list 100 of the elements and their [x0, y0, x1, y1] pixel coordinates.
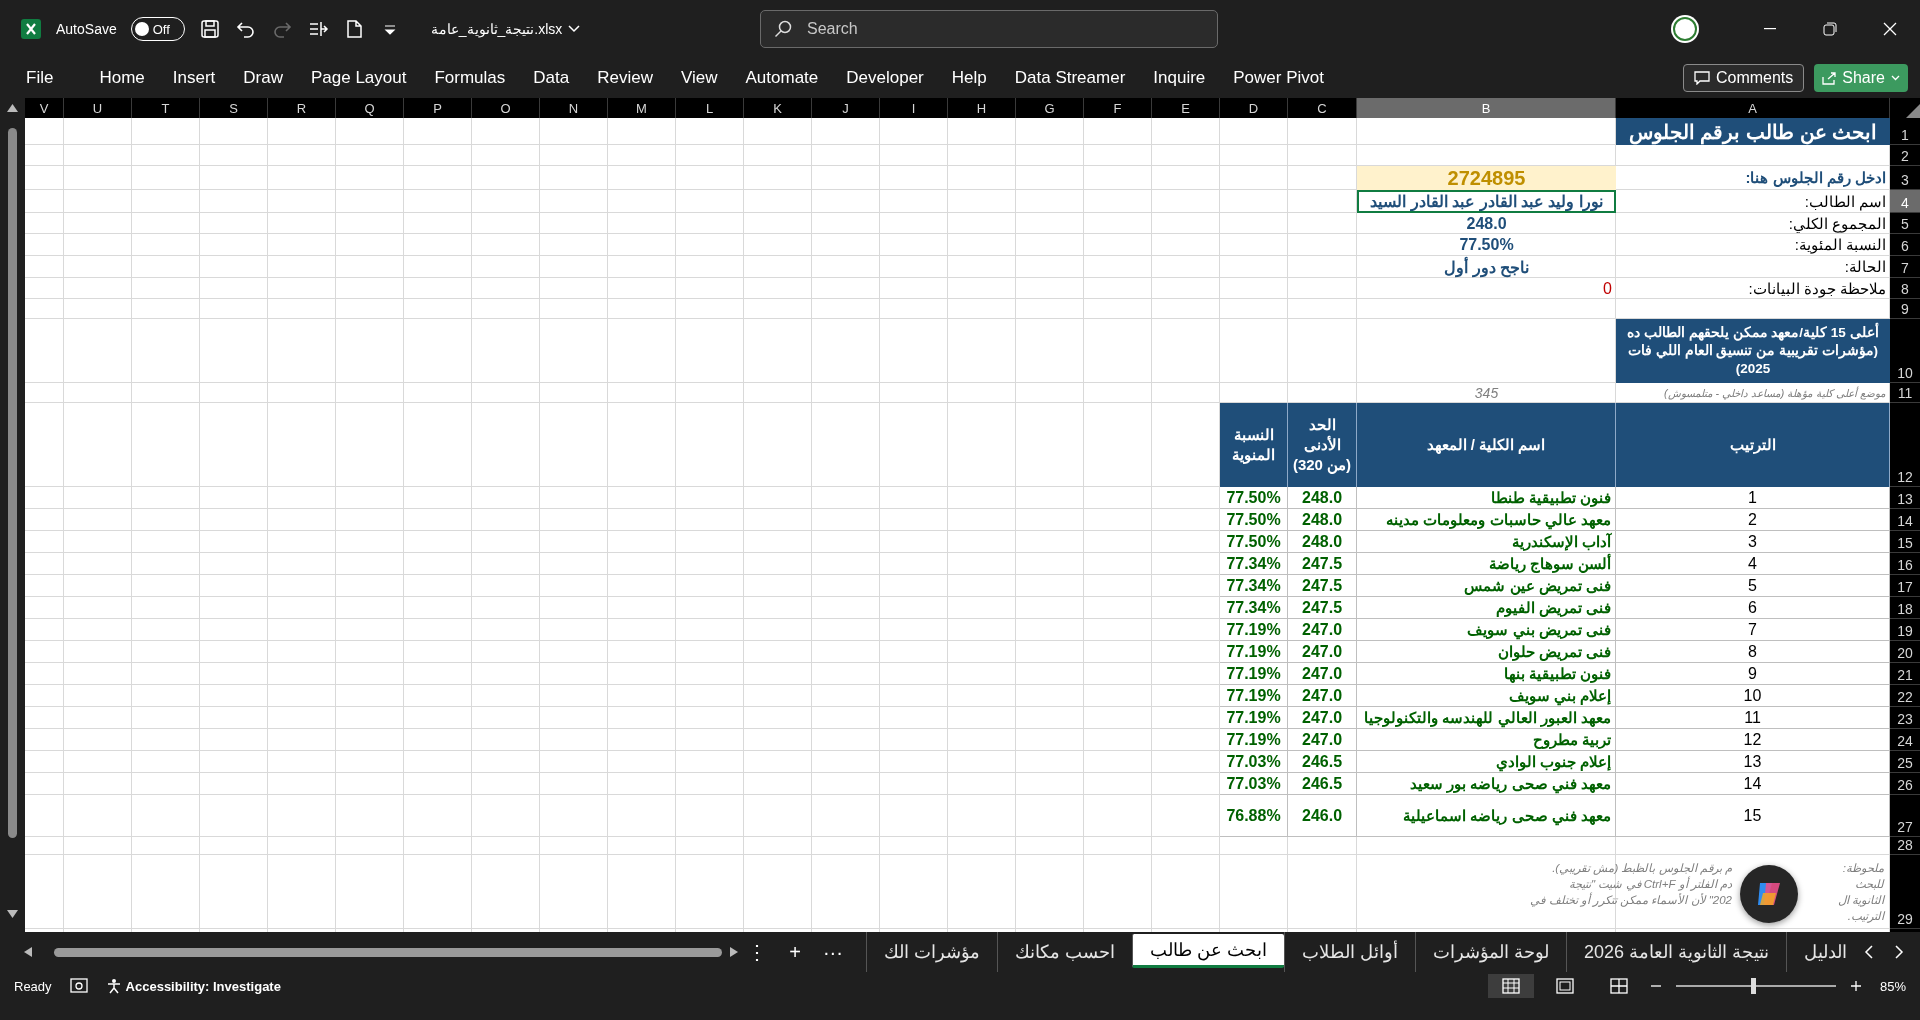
- row-header[interactable]: 16: [1890, 553, 1920, 575]
- column-header[interactable]: V: [25, 98, 64, 118]
- row-header[interactable]: 5: [1890, 213, 1920, 234]
- column-header[interactable]: E: [1152, 98, 1220, 118]
- row-header[interactable]: 29: [1890, 855, 1920, 929]
- column-header[interactable]: S: [200, 98, 268, 118]
- file-name[interactable]: نتيجة_ثانوية_عامة.xlsx: [430, 21, 581, 37]
- row-header[interactable]: 19: [1890, 619, 1920, 641]
- menu-tab[interactable]: Data: [522, 64, 581, 92]
- add-sheet-button[interactable]: +: [776, 940, 814, 964]
- row-header[interactable]: 15: [1890, 531, 1920, 553]
- sheet-tab[interactable]: نتيجة الثانوية العامة 2026: [1565, 932, 1786, 972]
- row-header[interactable]: 6: [1890, 234, 1920, 256]
- menu-tab[interactable]: Automate: [734, 64, 830, 92]
- next-icon[interactable]: [1895, 945, 1904, 959]
- menu-tab[interactable]: Developer: [835, 64, 935, 92]
- zoom-level[interactable]: 85%: [1879, 978, 1906, 994]
- scrollbar-thumb[interactable]: [54, 947, 722, 957]
- scroll-right-icon[interactable]: [730, 947, 738, 957]
- column-header[interactable]: A: [1616, 98, 1890, 118]
- menu-tab[interactable]: Page Layout: [299, 64, 418, 92]
- more-sheets-button[interactable]: ···: [813, 940, 852, 964]
- menu-tab[interactable]: Formulas: [423, 64, 517, 92]
- column-header[interactable]: O: [472, 98, 540, 118]
- menu-tab[interactable]: Draw: [232, 64, 294, 92]
- row-header[interactable]: 7: [1890, 256, 1920, 278]
- field-label: المجموع الكلي:: [1787, 213, 1887, 234]
- column-header[interactable]: P: [404, 98, 472, 118]
- accessibility-status[interactable]: Accessibility: Investigate: [105, 978, 281, 994]
- column-header[interactable]: R: [268, 98, 336, 118]
- column-header[interactable]: I: [880, 98, 948, 118]
- scrollbar-thumb[interactable]: [8, 128, 17, 838]
- column-header[interactable]: K: [744, 98, 812, 118]
- column-header[interactable]: L: [676, 98, 744, 118]
- row-header[interactable]: 20: [1890, 641, 1920, 663]
- sheet-tab[interactable]: ابحث عن طالب: [1131, 934, 1284, 968]
- scroll-up-icon[interactable]: [7, 104, 18, 112]
- column-header[interactable]: U: [64, 98, 132, 118]
- sheet-tab[interactable]: احسب مكانك: [996, 932, 1132, 972]
- scroll-down-icon[interactable]: [7, 910, 18, 918]
- column-header[interactable]: N: [540, 98, 608, 118]
- row-header[interactable]: 24: [1890, 729, 1920, 751]
- zoom-in-icon[interactable]: [1849, 980, 1862, 992]
- comments-button[interactable]: Comments: [1682, 64, 1805, 92]
- row-header[interactable]: 8: [1890, 278, 1920, 299]
- row-header[interactable]: 23: [1890, 707, 1920, 729]
- row-header[interactable]: 1: [1890, 118, 1920, 145]
- column-header[interactable]: C: [1288, 98, 1357, 118]
- sheet-tab[interactable]: مؤشرات الك: [865, 932, 997, 972]
- row-header[interactable]: 18: [1890, 597, 1920, 619]
- menu-tab[interactable]: Data Streamer: [1003, 64, 1137, 92]
- field-value: نورا وليد عبد القادر عبد القادر السيد: [1357, 190, 1616, 213]
- row-header[interactable]: 25: [1890, 751, 1920, 773]
- row-header[interactable]: 9: [1890, 299, 1920, 319]
- row-header[interactable]: 26: [1890, 773, 1920, 795]
- share-button[interactable]: Share: [1814, 64, 1908, 92]
- search-field[interactable]: Search: [760, 10, 1218, 48]
- save-icon[interactable]: [198, 18, 221, 40]
- column-header[interactable]: G: [1016, 98, 1084, 118]
- column-header[interactable]: D: [1220, 98, 1288, 118]
- row-header[interactable]: 4: [1890, 190, 1920, 213]
- column-header[interactable]: J: [812, 98, 880, 118]
- menu-tab[interactable]: Inquire: [1142, 64, 1217, 92]
- avatar-icon[interactable]: [1670, 14, 1700, 44]
- row-header[interactable]: 21: [1890, 663, 1920, 685]
- view-button[interactable]: [1487, 974, 1534, 998]
- scroll-left-icon[interactable]: [24, 947, 32, 957]
- sheet-tab[interactable]: لوحة المؤشرات: [1414, 932, 1566, 972]
- row-header[interactable]: 3: [1890, 166, 1920, 190]
- menu-tab[interactable]: View: [669, 64, 729, 92]
- table-cell: تربية مطروح: [1357, 729, 1616, 751]
- menu-tab[interactable]: Power Pivot: [1222, 64, 1335, 92]
- menu-tab[interactable]: Review: [586, 64, 664, 92]
- file-tab[interactable]: File: [26, 64, 65, 92]
- row-header[interactable]: 10: [1890, 319, 1920, 383]
- sheet-tab[interactable]: الدليل: [1786, 932, 1864, 972]
- row-header[interactable]: 22: [1890, 685, 1920, 707]
- row-header[interactable]: 14: [1890, 509, 1920, 531]
- row-header[interactable]: 27: [1890, 795, 1920, 837]
- row-header[interactable]: 2: [1890, 145, 1920, 166]
- row-header[interactable]: 12: [1890, 403, 1920, 487]
- previous-icon[interactable]: [1864, 945, 1873, 959]
- zoom-slider-thumb[interactable]: [1751, 978, 1757, 994]
- column-header[interactable]: F: [1084, 98, 1152, 118]
- table-cell: ألسن سوهاج رياضة: [1357, 553, 1616, 575]
- row-header[interactable]: 28: [1890, 837, 1920, 855]
- row-header[interactable]: 17: [1890, 575, 1920, 597]
- column-header[interactable]: T: [132, 98, 200, 118]
- column-header[interactable]: B: [1357, 98, 1616, 118]
- assistant-button[interactable]: [1740, 865, 1798, 923]
- macro-icon[interactable]: [69, 978, 88, 994]
- column-header[interactable]: H: [948, 98, 1016, 118]
- row-header[interactable]: 13: [1890, 487, 1920, 509]
- menu-tab[interactable]: Home: [88, 64, 156, 92]
- column-header[interactable]: Q: [336, 98, 404, 118]
- menu-tab[interactable]: Insert: [161, 64, 227, 92]
- row-header[interactable]: 11: [1890, 383, 1920, 403]
- sheet-list-button[interactable]: ⋮: [738, 940, 777, 964]
- column-header[interactable]: M: [608, 98, 676, 118]
- menu-tab[interactable]: Help: [940, 64, 998, 92]
